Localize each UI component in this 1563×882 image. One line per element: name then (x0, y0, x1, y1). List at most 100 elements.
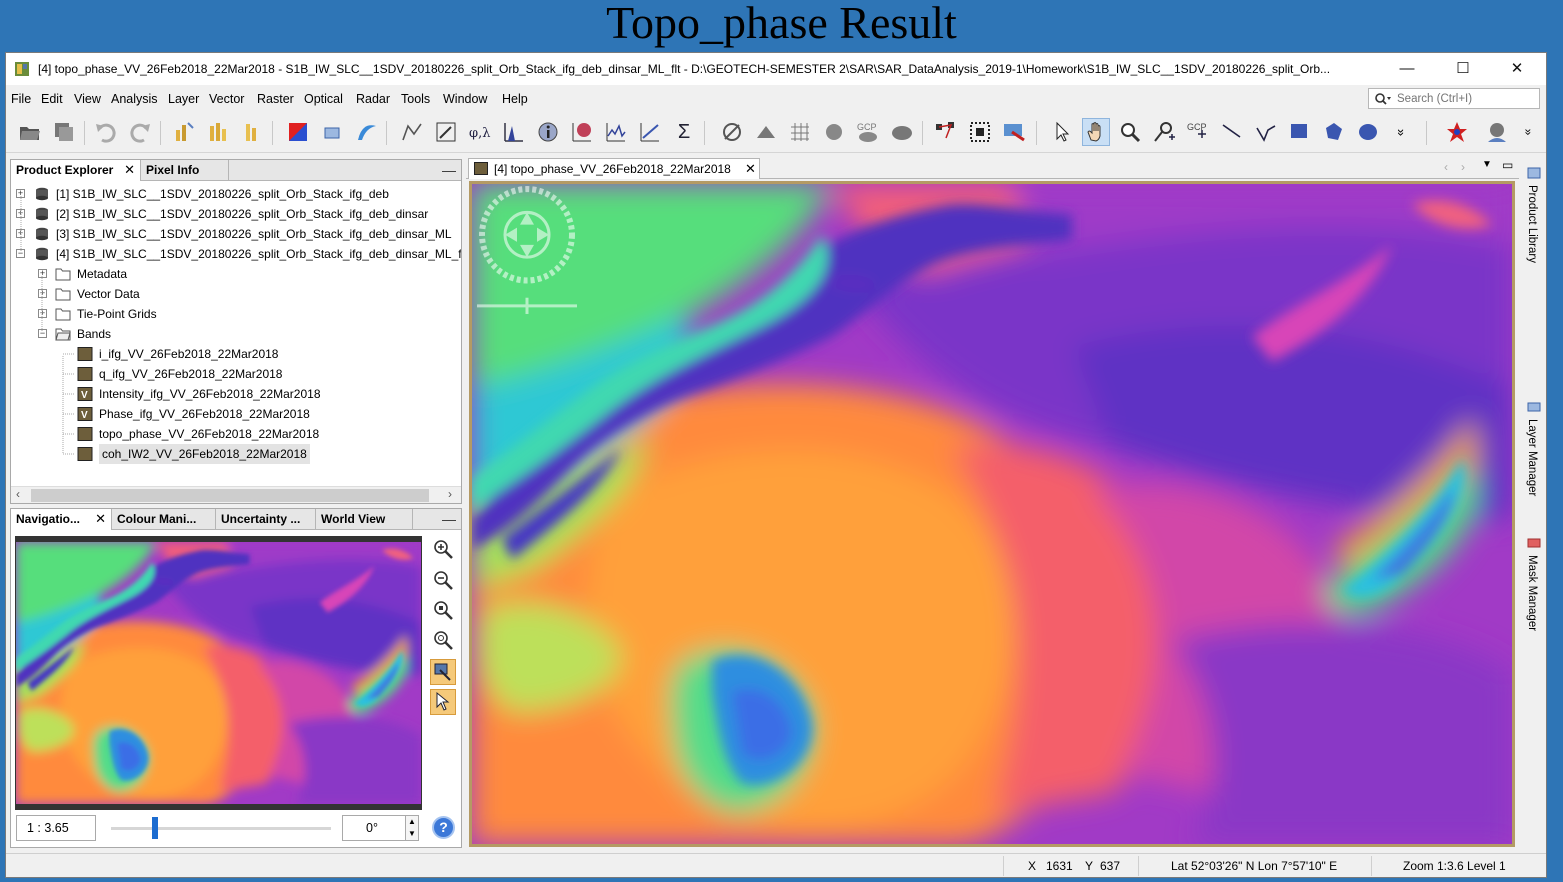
menu-analysis[interactable]: Analysis (111, 92, 158, 106)
select-tool-button[interactable] (1048, 118, 1076, 146)
band-maths-button[interactable] (170, 118, 198, 146)
tab-pixel-info[interactable]: Pixel Info (141, 160, 229, 181)
menu-optical[interactable]: Optical (304, 92, 343, 106)
layer-button[interactable] (318, 118, 346, 146)
more-tools-button[interactable]: » (1388, 118, 1416, 146)
tab-list-icon[interactable]: ▼ (1482, 159, 1492, 170)
minimize-panel-button[interactable]: — (442, 511, 456, 527)
sync-cursor-button[interactable] (430, 689, 456, 715)
world-map-button[interactable] (352, 118, 380, 146)
scroll-left-icon[interactable]: ‹ (16, 487, 20, 501)
band-subset-button[interactable] (204, 118, 232, 146)
mask-manager-button[interactable] (966, 118, 994, 146)
zoom-pixel-button[interactable] (430, 597, 456, 623)
overlay-button[interactable] (820, 118, 848, 146)
redo-button[interactable] (126, 118, 154, 146)
search-input[interactable] (1397, 90, 1537, 107)
scale-field[interactable]: 1 : 3.65 (16, 815, 96, 841)
menu-view[interactable]: View (74, 92, 101, 106)
minimize-button[interactable]: — (1384, 57, 1430, 81)
information-button[interactable] (534, 118, 562, 146)
undo-button[interactable] (92, 118, 120, 146)
menu-file[interactable]: File (11, 92, 31, 106)
geo-coding-button[interactable]: φ,λ (466, 118, 494, 146)
user-account-button[interactable] (1483, 118, 1511, 146)
scroll-tabs-left-icon[interactable]: ‹ (1444, 160, 1448, 174)
gcp-tool-button[interactable] (1000, 118, 1028, 146)
side-tab-layer-manager[interactable]: Layer Manager (1526, 419, 1538, 496)
zoom-in-button[interactable] (430, 536, 456, 562)
zoom-slider-thumb[interactable] (152, 817, 158, 839)
image-canvas[interactable] (469, 181, 1515, 847)
menu-tools[interactable]: Tools (401, 92, 430, 106)
product-explorer-tabstrip: Product Explorer ✕ Pixel Info — (11, 160, 461, 181)
rotation-spinner[interactable]: ▲ ▼ (405, 815, 419, 841)
menu-raster[interactable]: Raster (257, 92, 294, 106)
vector-data-button[interactable] (932, 118, 960, 146)
scrollbar-thumb[interactable] (31, 489, 429, 502)
tab-world-view[interactable]: World View (316, 509, 413, 530)
menu-radar[interactable]: Radar (356, 92, 390, 106)
statistics-button[interactable] (568, 118, 596, 146)
gcp-placing-tool-button[interactable]: GCP (1184, 118, 1212, 146)
close-icon[interactable]: ✕ (95, 509, 106, 529)
rectangle-drawing-tool-button[interactable] (1286, 118, 1314, 146)
maximize-view-icon[interactable]: ▭ (1502, 158, 1513, 172)
pan-tool-button[interactable] (1082, 118, 1110, 146)
menu-window[interactable]: Window (443, 92, 487, 106)
toolbar-overflow-button[interactable]: » (1519, 118, 1537, 146)
tab-colour-manipulation[interactable]: Colour Mani... (112, 509, 216, 530)
tab-image-view[interactable]: [4] topo_phase_VV_26Feb2018_22Mar2018 ✕ (468, 158, 760, 179)
spinner-up-icon[interactable]: ▲ (408, 817, 416, 826)
close-icon[interactable]: ✕ (745, 161, 756, 177)
menu-help[interactable]: Help (502, 92, 528, 106)
ellipse-drawing-tool-button[interactable] (1354, 118, 1382, 146)
zoom-out-button[interactable] (430, 567, 456, 593)
side-tab-product-library[interactable]: Product Library (1526, 185, 1538, 263)
menu-layer[interactable]: Layer (168, 92, 199, 106)
profile-plot-button[interactable] (602, 118, 630, 146)
save-product-button[interactable] (50, 118, 78, 146)
open-product-button[interactable] (16, 118, 44, 146)
graph-builder-button[interactable] (398, 118, 426, 146)
help-button[interactable]: ? (432, 816, 455, 839)
grid-button[interactable] (786, 118, 814, 146)
plugin-button[interactable] (1443, 118, 1471, 146)
scroll-tabs-right-icon[interactable]: › (1461, 160, 1465, 174)
tab-uncertainty[interactable]: Uncertainty ... (216, 509, 316, 530)
pin-manager-button[interactable] (718, 118, 746, 146)
close-icon[interactable]: ✕ (124, 160, 135, 180)
close-window-button[interactable]: ✕ (1494, 57, 1540, 81)
line-drawing-tool-button[interactable] (1218, 118, 1246, 146)
mask-overlay-button[interactable] (888, 118, 916, 146)
scatter-plot-button[interactable] (636, 118, 664, 146)
colour-manipulation-button[interactable] (284, 118, 312, 146)
band-select-button[interactable] (238, 118, 266, 146)
maximize-button[interactable]: ☐ (1440, 57, 1486, 81)
gcp-manager-button[interactable] (752, 118, 780, 146)
zoom-tool-button[interactable] (1116, 118, 1144, 146)
side-tab-mask-manager[interactable]: Mask Manager (1526, 555, 1538, 631)
edit-graph-button[interactable] (432, 118, 460, 146)
rotation-field[interactable]: 0° (342, 815, 406, 841)
menu-edit[interactable]: Edit (41, 92, 63, 106)
sync-views-button[interactable] (430, 659, 456, 685)
horizontal-scrollbar[interactable]: ‹ › (11, 486, 461, 503)
navigation-overview[interactable] (15, 536, 422, 810)
scroll-right-icon[interactable]: › (448, 487, 452, 501)
tab-label: World View (321, 512, 386, 526)
zoom-slider-track[interactable] (111, 817, 331, 839)
tab-product-explorer[interactable]: Product Explorer ✕ (11, 160, 141, 181)
gcp-overlay-button[interactable]: GCP (854, 118, 882, 146)
pin-placing-tool-button[interactable] (1150, 118, 1178, 146)
histogram-button[interactable] (500, 118, 528, 146)
zoom-all-button[interactable] (430, 627, 456, 653)
menu-vector[interactable]: Vector (209, 92, 244, 106)
polygon-drawing-tool-button[interactable] (1320, 118, 1348, 146)
polyline-drawing-tool-button[interactable] (1252, 118, 1280, 146)
band-sum-button[interactable]: Σ (670, 118, 698, 146)
minimize-panel-button[interactable]: — (442, 162, 456, 178)
search-icon[interactable] (1374, 92, 1392, 106)
tab-navigation[interactable]: Navigatio... ✕ (11, 509, 112, 530)
spinner-down-icon[interactable]: ▼ (408, 829, 416, 838)
